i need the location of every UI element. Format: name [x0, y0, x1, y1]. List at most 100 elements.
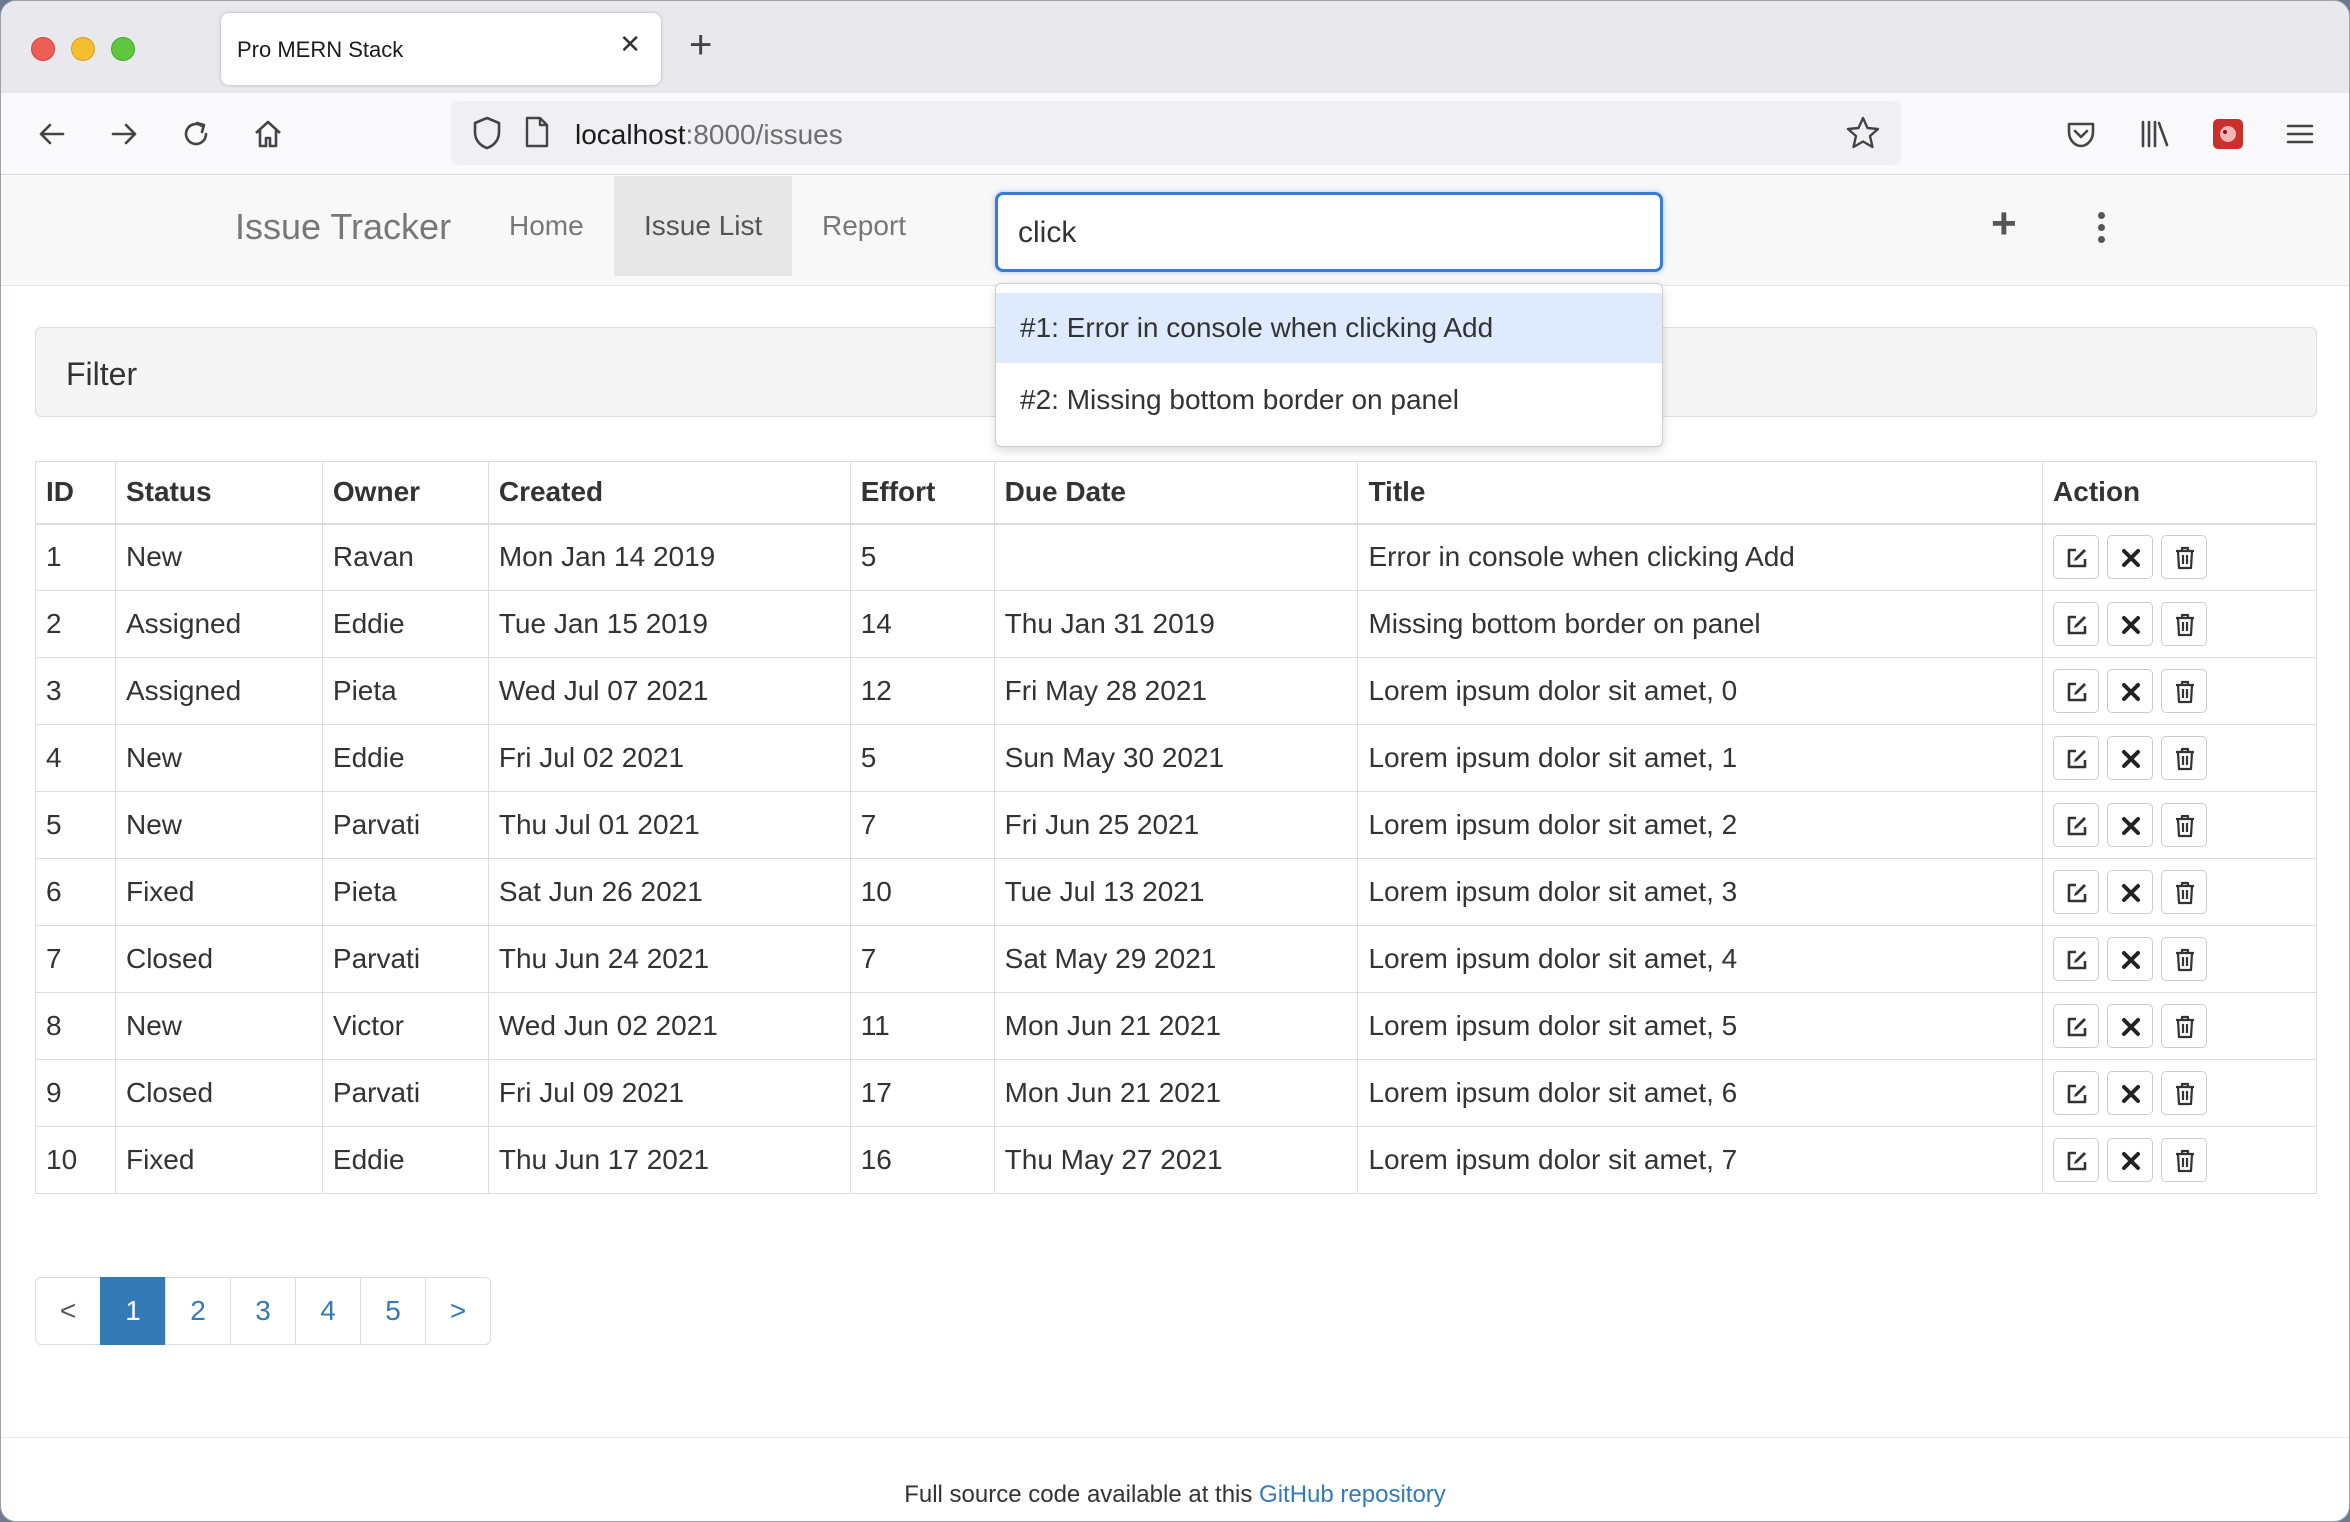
- table-row[interactable]: 9 Closed Parvati Fri Jul 09 2021 17 Mon …: [35, 1059, 2317, 1127]
- reload-icon[interactable]: [179, 117, 213, 151]
- close-issue-button[interactable]: [2107, 1138, 2154, 1182]
- address-bar[interactable]: localhost:8000/issues: [451, 101, 1901, 165]
- page-button-1[interactable]: 1: [100, 1277, 166, 1345]
- back-arrow-icon[interactable]: [35, 117, 69, 151]
- url-text[interactable]: localhost:8000/issues: [575, 119, 843, 151]
- trash-icon: [2176, 1015, 2195, 1039]
- github-repository-link[interactable]: GitHub repository: [1259, 1481, 1446, 1508]
- table-row[interactable]: 1 New Ravan Mon Jan 14 2019 5 Error in c…: [35, 523, 2317, 591]
- cell-action: [2042, 590, 2317, 658]
- cell-due-date: Sat May 29 2021: [993, 925, 1359, 993]
- cell-id: 5: [35, 791, 116, 859]
- nav-home[interactable]: Home: [479, 176, 614, 276]
- table-row[interactable]: 4 New Eddie Fri Jul 02 2021 5 Sun May 30…: [35, 724, 2317, 792]
- page-icon: [525, 116, 549, 148]
- close-issue-button[interactable]: [2107, 535, 2154, 580]
- close-x-icon: [2122, 1018, 2141, 1036]
- close-issue-button[interactable]: [2107, 602, 2154, 646]
- delete-button[interactable]: [2161, 1071, 2208, 1115]
- cell-title: Lorem ipsum dolor sit amet, 5: [1357, 992, 2044, 1060]
- tab-close-icon[interactable]: ✕: [619, 31, 641, 57]
- close-issue-button[interactable]: [2107, 1004, 2154, 1048]
- edit-button[interactable]: [2053, 602, 2100, 646]
- table-row[interactable]: 7 Closed Parvati Thu Jun 24 2021 7 Sat M…: [35, 925, 2317, 993]
- edit-button[interactable]: [2053, 535, 2100, 580]
- close-issue-button[interactable]: [2107, 803, 2154, 847]
- cell-effort: 7: [849, 791, 995, 859]
- nav-issue-list[interactable]: Issue List: [614, 176, 793, 276]
- brand-title[interactable]: Issue Tracker: [235, 206, 451, 248]
- cell-effort: 12: [849, 657, 995, 725]
- table-row[interactable]: 2 Assigned Eddie Tue Jan 15 2019 14 Thu …: [35, 590, 2317, 658]
- search-result-item[interactable]: #1: Error in console when clicking Add: [996, 293, 1662, 363]
- library-icon[interactable]: [2137, 117, 2171, 151]
- close-issue-button[interactable]: [2107, 937, 2154, 981]
- browser-tab[interactable]: Pro MERN Stack ✕: [221, 13, 661, 85]
- delete-button[interactable]: [2161, 870, 2208, 914]
- bookmark-star-icon[interactable]: [1845, 115, 1881, 151]
- page-button-5[interactable]: 5: [360, 1277, 426, 1345]
- more-options-icon[interactable]: [2091, 212, 2111, 243]
- edit-icon: [2067, 1017, 2087, 1037]
- issue-search-box[interactable]: [995, 192, 1663, 272]
- cell-owner: Eddie: [321, 590, 489, 658]
- edit-button[interactable]: [2053, 1071, 2100, 1115]
- minimize-window-button[interactable]: [71, 37, 95, 61]
- edit-button[interactable]: [2053, 870, 2100, 914]
- delete-button[interactable]: [2161, 803, 2208, 847]
- trash-icon: [2176, 814, 2195, 838]
- edit-button[interactable]: [2053, 937, 2100, 981]
- delete-button[interactable]: [2161, 736, 2208, 780]
- cell-effort: 17: [849, 1059, 995, 1127]
- cell-created: Thu Jul 01 2021: [487, 791, 851, 859]
- cell-status: New: [114, 791, 323, 859]
- page-button-2[interactable]: 2: [165, 1277, 231, 1345]
- delete-button[interactable]: [2161, 937, 2208, 981]
- edit-button[interactable]: [2053, 669, 2100, 713]
- cell-action: [2042, 925, 2317, 993]
- footer: Full source code available at this GitHu…: [1, 1481, 2349, 1509]
- close-issue-button[interactable]: [2107, 870, 2154, 914]
- page-button-3[interactable]: 3: [230, 1277, 296, 1345]
- delete-button[interactable]: [2161, 535, 2208, 580]
- search-input[interactable]: [1018, 213, 1618, 253]
- close-issue-button[interactable]: [2107, 736, 2154, 780]
- edit-button[interactable]: [2053, 1004, 2100, 1048]
- edit-button[interactable]: [2053, 736, 2100, 780]
- close-issue-button[interactable]: [2107, 1071, 2154, 1115]
- page-button-4[interactable]: 4: [295, 1277, 361, 1345]
- new-tab-button[interactable]: +: [689, 25, 712, 65]
- table-row[interactable]: 5 New Parvati Thu Jul 01 2021 7 Fri Jun …: [35, 791, 2317, 859]
- filter-title[interactable]: Filter: [66, 356, 137, 393]
- nav-report[interactable]: Report: [792, 176, 936, 276]
- cell-owner: Ravan: [321, 523, 489, 591]
- maximize-window-button[interactable]: [111, 37, 135, 61]
- delete-button[interactable]: [2161, 1004, 2208, 1048]
- page-prev-button[interactable]: <: [35, 1277, 101, 1345]
- delete-button[interactable]: [2161, 1138, 2208, 1182]
- search-result-item[interactable]: #2: Missing bottom border on panel: [996, 365, 1662, 435]
- extension-icon[interactable]: [2211, 117, 2245, 151]
- pocket-icon[interactable]: [2064, 117, 2098, 151]
- menu-hamburger-icon[interactable]: [2283, 117, 2317, 151]
- edit-button[interactable]: [2053, 1138, 2100, 1182]
- add-issue-button[interactable]: +: [1991, 202, 2017, 246]
- table-row[interactable]: 10 Fixed Eddie Thu Jun 17 2021 16 Thu Ma…: [35, 1126, 2317, 1194]
- delete-button[interactable]: [2161, 602, 2208, 646]
- edit-button[interactable]: [2053, 803, 2100, 847]
- forward-arrow-icon[interactable]: [107, 117, 141, 151]
- edit-icon: [2067, 950, 2087, 970]
- cell-status: New: [114, 724, 323, 792]
- page-next-button[interactable]: >: [425, 1277, 491, 1345]
- cell-due-date: Sun May 30 2021: [993, 724, 1359, 792]
- shield-icon[interactable]: [471, 115, 503, 151]
- close-window-button[interactable]: [31, 37, 55, 61]
- table-row[interactable]: 3 Assigned Pieta Wed Jul 07 2021 12 Fri …: [35, 657, 2317, 725]
- delete-button[interactable]: [2161, 669, 2208, 713]
- table-row[interactable]: 6 Fixed Pieta Sat Jun 26 2021 10 Tue Jul…: [35, 858, 2317, 926]
- cell-status: Fixed: [114, 1126, 323, 1194]
- close-x-icon: [2122, 1152, 2141, 1170]
- table-row[interactable]: 8 New Victor Wed Jun 02 2021 11 Mon Jun …: [35, 992, 2317, 1060]
- close-issue-button[interactable]: [2107, 669, 2154, 713]
- home-icon[interactable]: [251, 117, 285, 151]
